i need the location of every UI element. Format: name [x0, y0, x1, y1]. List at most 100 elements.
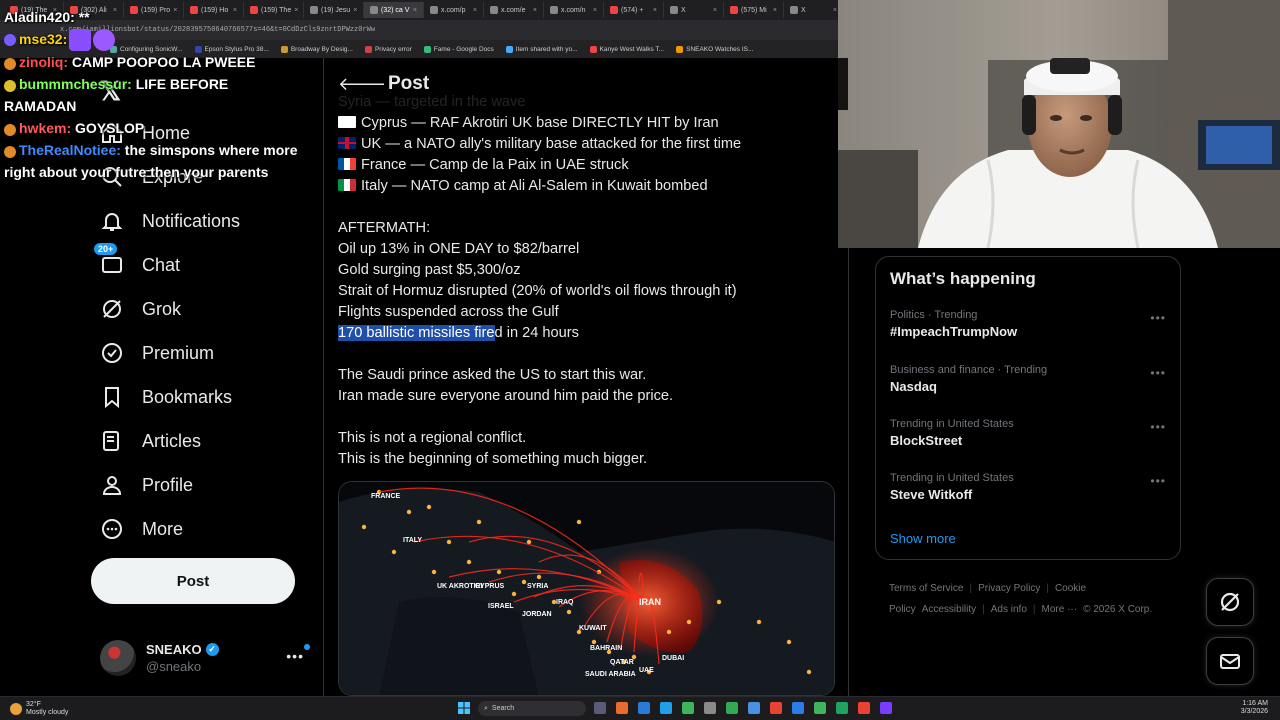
browser-tab[interactable]: X × — [664, 2, 724, 18]
messages-float-button[interactable] — [1206, 637, 1254, 685]
trend-more-icon[interactable]: ••• — [1150, 311, 1166, 325]
trend-more-icon[interactable]: ••• — [1150, 420, 1166, 434]
file-explorer-icon[interactable] — [704, 702, 716, 714]
post-detail-column: Syria — targeted in the waveCyprus — RAF… — [324, 58, 849, 696]
bookmark-item[interactable]: Privacy error — [364, 45, 412, 53]
sidebar-item-bookmarks[interactable]: Bookmarks — [100, 382, 232, 412]
system-clock[interactable]: 1:16 AM 3/3/2026 — [1241, 700, 1268, 716]
tab-close-icon[interactable]: × — [353, 7, 357, 14]
city-light — [446, 539, 452, 545]
sidebar-item-chat[interactable]: 20+ Chat — [94, 243, 180, 280]
trend-more-icon[interactable]: ••• — [1150, 474, 1166, 488]
task-view-icon[interactable] — [594, 702, 606, 714]
tab-favicon-icon — [430, 6, 438, 14]
tab-favicon-icon — [790, 6, 798, 14]
sidebar-item-articles[interactable]: Articles — [100, 426, 201, 456]
footer-link[interactable]: Ads info — [991, 604, 1027, 615]
sidebar-item-more[interactable]: More — [100, 514, 183, 544]
chrome-icon[interactable] — [726, 702, 738, 714]
trend-meta: Politics · Trending — [890, 309, 978, 321]
bookmark-item[interactable]: Fame - Google Docs — [423, 45, 494, 53]
footer-link[interactable]: Privacy Policy — [978, 583, 1040, 594]
chat-text: ** — [74, 9, 90, 25]
tab-close-icon[interactable]: × — [413, 7, 417, 14]
post-line-text: Iran made sure everyone around him paid … — [338, 388, 674, 404]
footer-link[interactable]: Accessibility — [922, 604, 976, 615]
weather-icon — [10, 702, 22, 715]
post-media-map[interactable]: FRANCE ITALY UK AKROTIRI CYPRUS SYRIA ISRAEL J… — [338, 481, 835, 696]
chat-count-badge: 20+ — [94, 243, 118, 255]
tab-close-icon[interactable]: × — [713, 7, 717, 14]
excel-icon[interactable] — [814, 702, 826, 714]
selected-text[interactable]: 170 ballistic missiles fire — [338, 325, 495, 341]
edge-dev-icon[interactable] — [660, 702, 672, 714]
trend-item[interactable]: Trending in United States BlockStreet ••• — [890, 418, 1170, 448]
show-more-link[interactable]: Show more — [890, 531, 956, 546]
post-button[interactable]: Post — [91, 558, 295, 604]
city-light — [806, 669, 812, 675]
store-icon[interactable] — [682, 702, 694, 714]
browser-tab[interactable]: (32) ca V × — [364, 2, 424, 18]
obs-icon[interactable] — [858, 702, 870, 714]
post-header: 🡐 Post — [324, 58, 848, 110]
edge-icon[interactable] — [638, 702, 650, 714]
page-title: Post — [388, 73, 430, 94]
trend-item[interactable]: Trending in United States Steve Witkoff ••… — [890, 472, 1170, 502]
tab-close-icon[interactable]: × — [833, 7, 837, 14]
sidebar-item-label: Articles — [142, 430, 202, 451]
post-line-text: Cyprus — RAF Akrotiri UK base DIRECTLY H… — [361, 115, 719, 131]
profile-handle: @sneako — [146, 659, 202, 674]
taskbar-search[interactable]: ⌕ Search — [478, 701, 586, 716]
avatar — [100, 640, 136, 676]
browser-tab[interactable]: x.com/e × — [484, 2, 544, 18]
bookmark-item[interactable]: Item shared with yo... — [505, 45, 578, 53]
italy-flag-icon — [338, 179, 356, 191]
sidebar-item-profile[interactable]: Profile — [100, 470, 193, 500]
browser-tab[interactable]: X × — [784, 2, 840, 18]
weather-widget[interactable]: 32°F Mostly cloudy — [10, 701, 68, 717]
footer-link[interactable]: More ··· — [1042, 604, 1078, 615]
browser-tab[interactable]: x.com/p × — [424, 2, 484, 18]
tab-close-icon[interactable]: × — [533, 7, 537, 14]
grok-float-button[interactable] — [1206, 578, 1254, 626]
tab-label: x.com/p — [441, 6, 466, 14]
post-line: Flights suspended across the Gulf — [338, 302, 838, 323]
trend-more-icon[interactable]: ••• — [1150, 366, 1166, 380]
chrome-red-icon[interactable] — [770, 702, 782, 714]
vscode-icon[interactable] — [792, 702, 804, 714]
whats-happening-panel: What’s happening Politics · Trending #Imp… — [875, 256, 1181, 560]
office-icon[interactable] — [748, 702, 760, 714]
trend-item[interactable]: Politics · Trending #ImpeachTrumpNow ••• — [890, 309, 1170, 339]
post-line: The Saudi prince asked the US to start t… — [338, 365, 838, 386]
browser-tab[interactable]: (575) Mi × — [724, 2, 784, 18]
footer-link[interactable]: Terms of Service — [889, 583, 963, 594]
xbox-icon[interactable] — [836, 702, 848, 714]
tab-close-icon[interactable]: × — [593, 7, 597, 14]
bookmark-item[interactable]: Kanye West Walks T... — [589, 45, 665, 53]
more-circle-icon — [100, 517, 124, 541]
bookmark-label: Kanye West Walks T... — [599, 45, 665, 53]
sidebar-item-premium[interactable]: Premium — [100, 338, 214, 368]
trend-item[interactable]: Business and finance · Trending Nasdaq ••• — [890, 364, 1170, 394]
browser-tab[interactable]: (19) Jesu × — [304, 2, 364, 18]
sidebar-item-notifications[interactable]: Notifications — [100, 206, 240, 236]
tab-label: (575) Mi — [741, 6, 767, 14]
tab-close-icon[interactable]: × — [473, 7, 477, 14]
back-arrow-icon[interactable]: 🡐 — [338, 74, 386, 95]
discord-icon[interactable] — [880, 702, 892, 714]
city-light — [361, 524, 367, 530]
bookmark-item[interactable]: SNEAKO Watches IS... — [676, 45, 753, 53]
map-label: QATAR — [610, 659, 634, 666]
tab-label: (19) Jesu — [321, 6, 351, 14]
browser-tab[interactable]: (574) + × — [604, 2, 664, 18]
browser-tab[interactable]: x.com/n × — [544, 2, 604, 18]
sidebar-item-grok[interactable]: Grok — [100, 294, 181, 324]
account-switcher[interactable]: SNEAKO ✓ @sneako ••• — [100, 638, 314, 678]
bookmark-label: Privacy error — [374, 45, 412, 53]
windows-start-icon[interactable] — [458, 702, 470, 714]
city-light — [666, 629, 672, 635]
more-dots-icon[interactable]: ••• — [286, 648, 304, 664]
tab-close-icon[interactable]: × — [773, 7, 777, 14]
firefox-icon[interactable] — [616, 702, 628, 714]
tab-close-icon[interactable]: × — [653, 7, 657, 14]
